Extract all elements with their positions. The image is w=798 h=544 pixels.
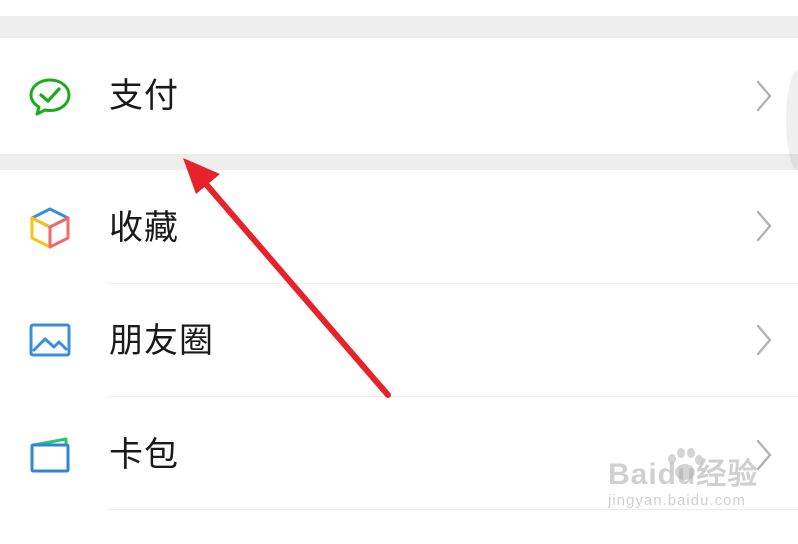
chevron-right-icon — [754, 78, 774, 114]
favorites-cube-icon — [26, 204, 74, 252]
menu-item-label: 支付 — [109, 76, 179, 116]
top-section — [0, 0, 798, 16]
row-divider — [108, 283, 798, 284]
menu-item-label: 收藏 — [109, 208, 179, 248]
menu-item-pay[interactable]: 支付 — [0, 38, 798, 154]
row-divider — [108, 396, 798, 397]
paw-logo-icon — [664, 448, 704, 482]
chevron-right-icon — [754, 208, 774, 244]
watermark-url: jingyan.baidu.com — [608, 492, 746, 509]
menu-item-favorites[interactable]: 收藏 — [0, 170, 798, 284]
chevron-right-icon — [754, 322, 774, 358]
menu-item-label: 卡包 — [109, 435, 179, 475]
wechat-pay-icon — [26, 72, 74, 120]
card-wallet-icon — [26, 433, 74, 481]
menu-item-label: 朋友圈 — [109, 321, 214, 361]
moments-photo-icon — [26, 317, 74, 365]
baidu-watermark: Baidu经验 jingyan.baidu.com — [608, 448, 788, 510]
menu-item-moments[interactable]: 朋友圈 — [0, 284, 798, 397]
